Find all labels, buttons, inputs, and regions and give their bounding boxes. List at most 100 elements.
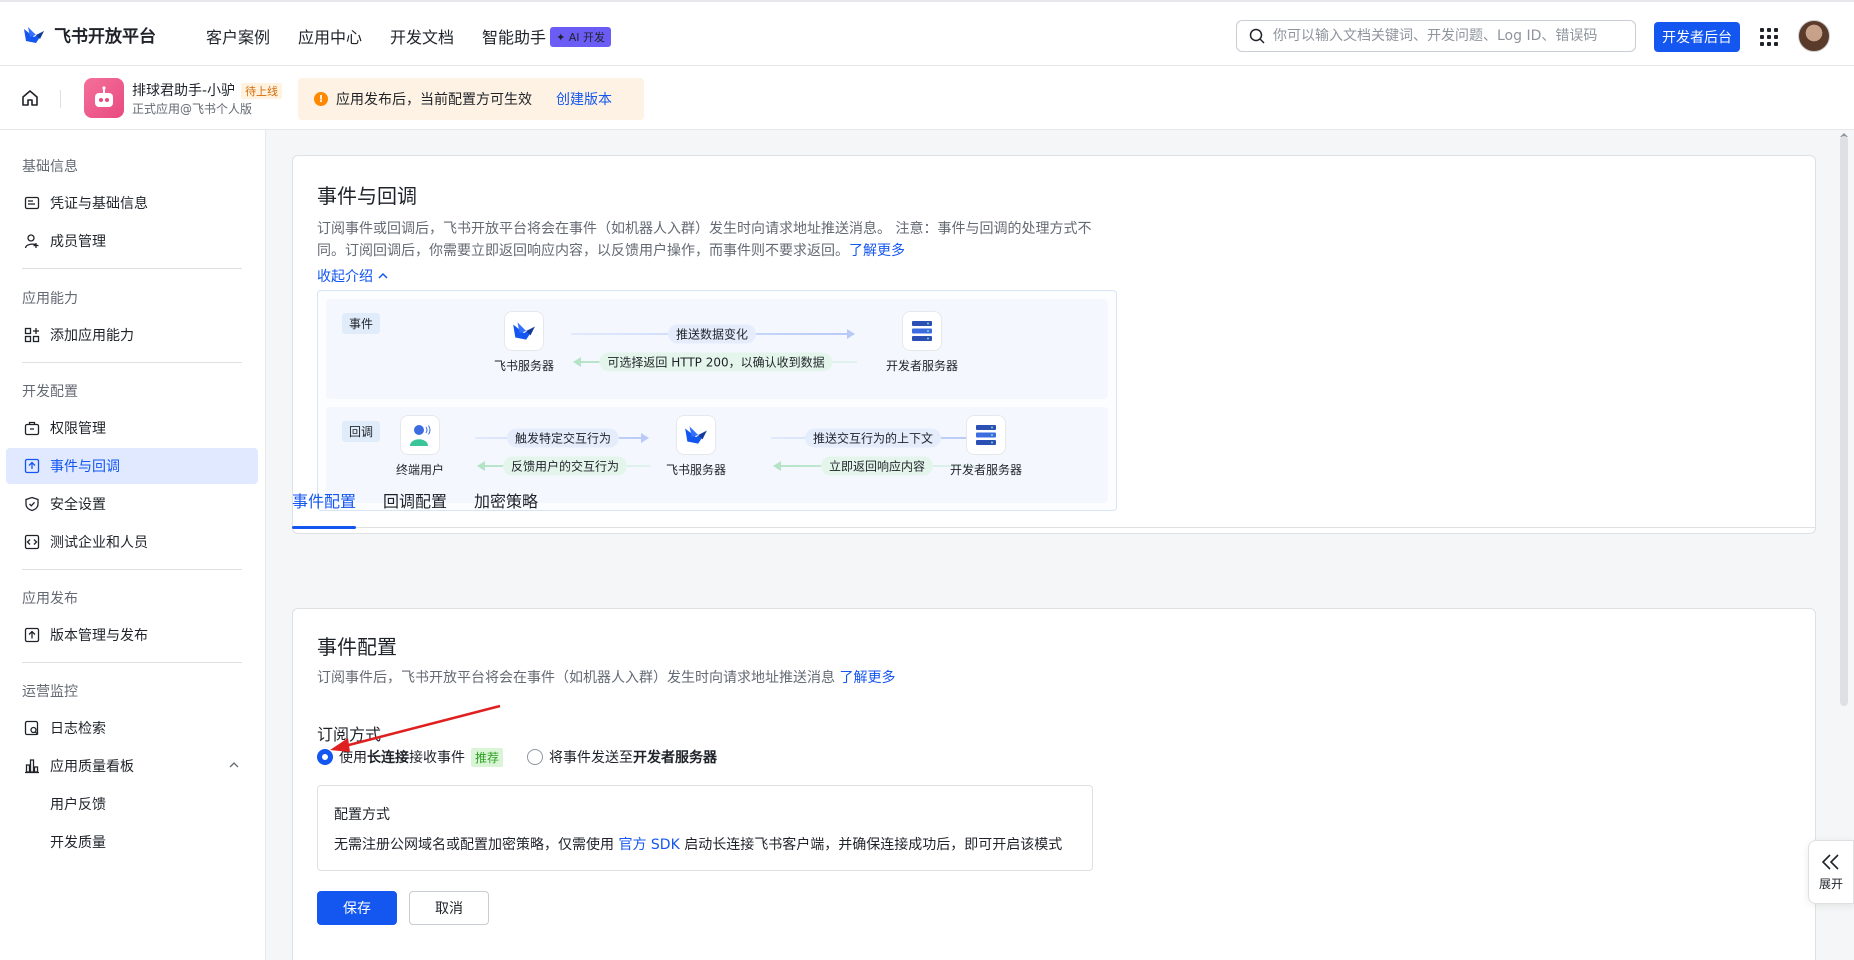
node-label: 开发者服务器 xyxy=(949,463,1022,477)
feishu-logo-icon xyxy=(676,415,716,455)
expand-panel-button[interactable]: 展开 xyxy=(1808,840,1854,904)
status-badge: 待上线 xyxy=(241,83,283,99)
server-icon xyxy=(902,311,942,351)
section-title: 事件配置 xyxy=(317,635,397,659)
sidebar-item-permissions[interactable]: 权限管理 xyxy=(6,410,258,446)
trigger-label: 触发特定交互行为 xyxy=(506,428,620,448)
section-title-dev-config: 开发配置 xyxy=(22,384,78,400)
sidebar-item-label: 版本管理与发布 xyxy=(50,628,148,644)
nav-customer-cases[interactable]: 客户案例 xyxy=(206,24,270,48)
config-desc-text: 无需注册公网域名或配置加密策略，仅需使用 xyxy=(334,837,619,853)
add-user-icon xyxy=(24,234,39,249)
sidebar-item-user-feedback[interactable]: 用户反馈 xyxy=(6,786,258,822)
sidebar-item-members[interactable]: 成员管理 xyxy=(6,223,258,259)
server-icon xyxy=(966,415,1006,455)
publish-notice: ! 应用发布后，当前配置方可生效 创建版本 xyxy=(298,78,644,120)
return-now-label: 立即返回响应内容 xyxy=(820,456,934,476)
official-sdk-link[interactable]: 官方 SDK xyxy=(618,837,679,853)
warning-icon: ! xyxy=(314,92,328,106)
id-card-icon xyxy=(24,196,40,210)
subscribe-mode-label: 订阅方式 xyxy=(317,725,382,744)
bar-chart-icon xyxy=(25,759,39,774)
recommended-badge: 推荐 xyxy=(471,747,504,767)
search-icon xyxy=(1249,28,1265,44)
option-label: 将事件发送至 xyxy=(549,750,634,766)
dev-server-node: 开发者服务器 xyxy=(936,415,1036,478)
app-name[interactable]: 排球君助手-小驴 待上线 xyxy=(132,80,283,100)
nav-smart-assistant-label: 智能助手 xyxy=(482,28,547,47)
learn-more-link[interactable]: 了解更多 xyxy=(839,670,895,686)
radio-long-connection[interactable] xyxy=(317,749,333,765)
app-context-bar: 排球君助手-小驴 待上线 正式应用@飞书个人版 ! 应用发布后，当前配置方可生效 … xyxy=(0,66,1854,130)
event-config-description-text: 订阅事件后，飞书开放平台将会在事件（如机器人入群）发生时向请求地址推送消息 xyxy=(317,670,835,686)
collapse-label: 收起介绍 xyxy=(317,269,373,285)
event-config-card: 事件配置 订阅事件后，飞书开放平台将会在事件（如机器人入群）发生时向请求地址推送… xyxy=(292,608,1816,960)
divider xyxy=(22,569,242,570)
node-label: 飞书服务器 xyxy=(665,463,726,477)
event-config-description: 订阅事件后，飞书开放平台将会在事件（如机器人入群）发生时向请求地址推送消息 了解… xyxy=(317,667,1217,689)
sidebar-item-events-callbacks[interactable]: 事件与回调 xyxy=(6,448,258,484)
learn-more-link[interactable]: 了解更多 xyxy=(849,243,905,259)
option-bold: 长连接 xyxy=(367,750,409,766)
tab-event-config[interactable]: 事件配置 xyxy=(292,488,357,529)
radio-dev-server[interactable] xyxy=(527,749,544,765)
config-mode-title: 配置方式 xyxy=(334,807,390,823)
sidebar-item-version-release[interactable]: 版本管理与发布 xyxy=(6,617,258,653)
search-input[interactable] xyxy=(1273,28,1613,44)
app-name-text: 排球君助手-小驴 xyxy=(132,83,236,99)
add-app-icon xyxy=(24,327,40,343)
developer-console-button[interactable]: 开发者后台 xyxy=(1654,22,1740,52)
sidebar-item-label: 凭证与基础信息 xyxy=(50,196,148,212)
intro-description-text: 订阅事件或回调后，飞书开放平台将会在事件（如机器人入群）发生时向请求地址推送消息… xyxy=(317,221,1092,259)
option-label: 使用 xyxy=(339,750,367,766)
nav-smart-assistant[interactable]: 智能助手 ✦ AI 开发 xyxy=(482,24,612,48)
nav-app-center[interactable]: 应用中心 xyxy=(298,24,362,48)
collapse-intro-button[interactable]: 收起介绍 xyxy=(317,266,389,286)
event-tag: 事件 xyxy=(342,313,381,334)
sidebar-item-test-tenants[interactable]: 测试企业和人员 xyxy=(6,524,258,560)
cancel-button[interactable]: 取消 xyxy=(409,891,489,925)
tab-encryption[interactable]: 加密策略 xyxy=(474,488,538,528)
save-button[interactable]: 保存 xyxy=(317,891,397,925)
sidebar-item-log-search[interactable]: 日志检索 xyxy=(6,710,258,746)
sidebar-item-label: 日志检索 xyxy=(50,721,106,737)
user-icon xyxy=(400,415,440,455)
push-data-label: 推送数据变化 xyxy=(667,324,757,344)
feishu-open-platform-logo[interactable]: 飞书开放平台 xyxy=(22,22,156,47)
sidebar-item-label: 应用质量看板 xyxy=(50,759,134,775)
tab-callback-config[interactable]: 回调配置 xyxy=(383,488,447,528)
feishu-logo-icon xyxy=(24,26,44,43)
intro-description: 订阅事件或回调后，飞书开放平台将会在事件（如机器人入群）发生时向请求地址推送消息… xyxy=(317,218,1107,262)
upload-icon xyxy=(24,627,40,643)
sidebar-item-credentials[interactable]: 凭证与基础信息 xyxy=(6,185,258,221)
sidebar-item-add-capability[interactable]: 添加应用能力 xyxy=(6,317,258,353)
config-desc-text: 启动长连接飞书客户端，并确保连接成功后，即可开启该模式 xyxy=(679,837,1063,853)
end-user-node: 终端用户 xyxy=(370,415,470,478)
sidebar-item-dev-quality[interactable]: 开发质量 xyxy=(6,824,258,860)
feedback-label: 反馈用户的交互行为 xyxy=(502,456,628,476)
log-search-icon xyxy=(24,720,39,736)
home-icon[interactable] xyxy=(20,88,40,108)
section-title-basic-info: 基础信息 xyxy=(22,159,78,175)
scrollbar-thumb[interactable] xyxy=(1840,136,1848,706)
apps-grid-icon[interactable] xyxy=(1760,28,1778,46)
section-title-app-release: 应用发布 xyxy=(22,591,78,607)
divider xyxy=(22,362,242,363)
create-version-link[interactable]: 创建版本 xyxy=(556,89,612,109)
sidebar-item-label: 测试企业和人员 xyxy=(50,535,148,551)
chevron-up-icon[interactable] xyxy=(228,759,240,771)
sidebar-item-label: 成员管理 xyxy=(50,234,106,250)
node-label: 终端用户 xyxy=(395,463,444,477)
sidebar: 基础信息 凭证与基础信息 成员管理 应用能力 添加应用能力 开发配置 权限管理 … xyxy=(0,130,266,960)
section-title-ops-monitor: 运营监控 xyxy=(22,684,78,700)
nav-dev-docs[interactable]: 开发文档 xyxy=(390,24,454,48)
chevron-up-icon xyxy=(378,272,388,279)
search-box[interactable] xyxy=(1236,20,1636,52)
shield-icon xyxy=(25,496,39,512)
return-200-label: 可选择返回 HTTP 200，以确认收到数据 xyxy=(599,352,833,372)
top-navigation-bar: 飞书开放平台 客户案例 应用中心 开发文档 智能助手✦ AI 开发 开发者后台 xyxy=(0,0,1854,66)
user-avatar[interactable] xyxy=(1798,20,1830,52)
sidebar-item-quality-dashboard[interactable]: 应用质量看板 xyxy=(6,748,258,784)
sidebar-item-security[interactable]: 安全设置 xyxy=(6,486,258,522)
feishu-logo-icon xyxy=(504,311,544,351)
